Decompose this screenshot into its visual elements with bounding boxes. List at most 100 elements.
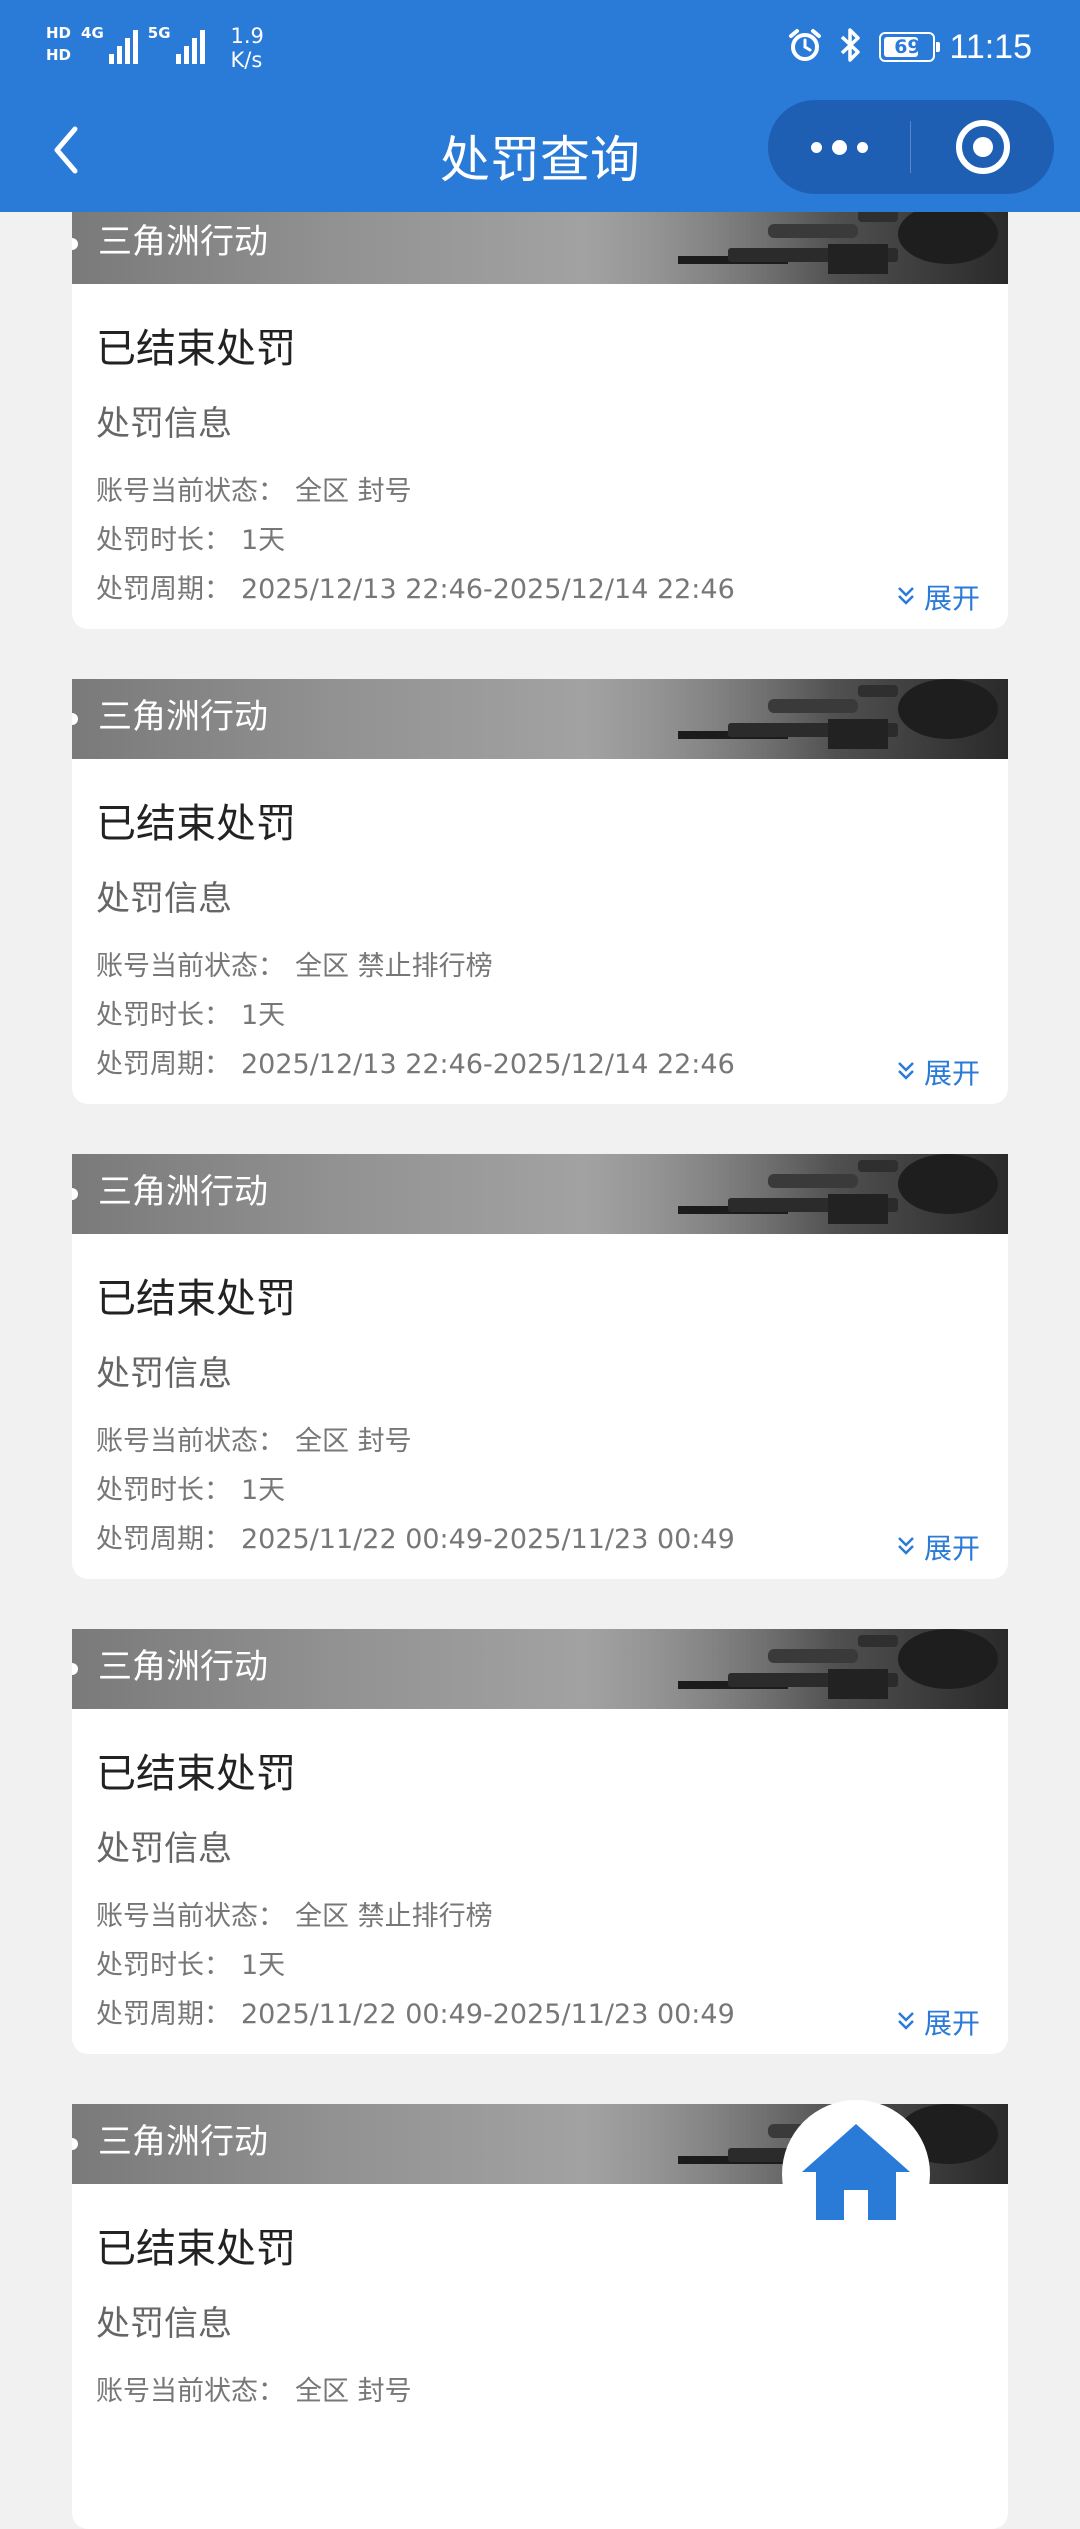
banner-dot: [72, 2138, 78, 2150]
game-name: 三角洲行动: [98, 222, 268, 262]
duration-value: 1天: [241, 1950, 286, 1981]
account-status-value: 全区 封号: [295, 2376, 412, 2407]
period-label: 处罚周期：: [96, 574, 231, 605]
signal-5g-icon: 5G: [148, 24, 205, 64]
penalty-card: 三角洲行动 已结束处罚 处罚信息 账号当前状态： 全区 禁止排行榜 处罚时长： 1天…: [72, 679, 1008, 1104]
hd-label-2: HD: [46, 46, 72, 64]
expand-button[interactable]: 展开: [896, 2002, 980, 2042]
duration-value: 1天: [241, 1475, 286, 1506]
penalty-status: 已结束处罚: [96, 1751, 296, 1797]
game-banner: 三角洲行动: [72, 204, 1008, 284]
banner-dot: [72, 238, 78, 250]
period-label: 处罚周期：: [96, 1049, 231, 1080]
home-icon: [798, 2120, 914, 2228]
close-button[interactable]: [911, 100, 1054, 194]
period-label: 处罚周期：: [96, 1524, 231, 1555]
duration-row: 处罚时长： 1天: [96, 518, 285, 557]
battery-level: 69: [894, 36, 921, 58]
account-status-row: 账号当前状态： 全区 封号: [96, 2369, 412, 2408]
section-title: 处罚信息: [96, 404, 232, 444]
section-title: 处罚信息: [96, 1829, 232, 1869]
double-chevron-down-icon: [896, 2006, 916, 2039]
weapon-art-image: [578, 1154, 1008, 1234]
game-name: 三角洲行动: [98, 697, 268, 737]
game-name: 三角洲行动: [98, 2122, 268, 2162]
nav-bar: 处罚查询: [0, 100, 1080, 212]
account-status-value: 全区 禁止排行榜: [295, 1901, 493, 1932]
bluetooth-icon: [837, 26, 865, 68]
duration-row: 处罚时长： 1天: [96, 1943, 285, 1982]
target-circle-icon: [955, 120, 1010, 174]
account-status-label: 账号当前状态：: [96, 1901, 285, 1932]
period-row: 处罚周期： 2025/12/13 22:46-2025/12/14 22:46: [96, 1042, 735, 1081]
signal-4g-icon: 4G: [81, 24, 138, 64]
top-bar: HD HD 4G 5G 1.9 K/s 69 11:15 处罚查询: [0, 0, 1080, 212]
network-speed-unit: K/s: [230, 48, 263, 72]
account-status-row: 账号当前状态： 全区 禁止排行榜: [96, 944, 493, 983]
mini-program-capsule: [768, 100, 1054, 194]
penalty-card: 三角洲行动 已结束处罚 处罚信息 账号当前状态： 全区 封号 处罚时长： 1天 处罚…: [72, 204, 1008, 629]
section-title: 处罚信息: [96, 879, 232, 919]
card-body: 已结束处罚 处罚信息 账号当前状态： 全区 封号 处罚时长： 1天 处罚周期： 202…: [72, 1234, 1008, 1579]
period-label: 处罚周期：: [96, 1999, 231, 2030]
account-status-label: 账号当前状态：: [96, 951, 285, 982]
period-value: 2025/11/22 00:49-2025/11/23 00:49: [241, 1999, 735, 2030]
double-chevron-down-icon: [896, 1056, 916, 1089]
penalty-status: 已结束处罚: [96, 801, 296, 847]
account-status-value: 全区 封号: [295, 476, 412, 507]
duration-value: 1天: [241, 1000, 286, 1031]
game-name: 三角洲行动: [98, 1172, 268, 1212]
home-button[interactable]: [782, 2100, 930, 2248]
penalty-status: 已结束处罚: [96, 1276, 296, 1322]
expand-label: 展开: [923, 1057, 980, 1090]
more-dots-icon: [810, 139, 868, 155]
account-status-row: 账号当前状态： 全区 封号: [96, 469, 412, 508]
duration-label: 处罚时长：: [96, 1000, 231, 1031]
card-body: 已结束处罚 处罚信息 账号当前状态： 全区 封号 处罚时长： 1天 处罚周期： 202…: [72, 284, 1008, 629]
more-button[interactable]: [768, 100, 910, 194]
expand-label: 展开: [923, 1532, 980, 1565]
duration-label: 处罚时长：: [96, 525, 231, 556]
card-body: 已结束处罚 处罚信息 账号当前状态： 全区 禁止排行榜 处罚时长： 1天 处罚周期：…: [72, 759, 1008, 1104]
double-chevron-down-icon: [896, 1531, 916, 1564]
banner-dot: [72, 1188, 78, 1200]
game-banner: 三角洲行动: [72, 679, 1008, 759]
period-value: 2025/11/22 00:49-2025/11/23 00:49: [241, 1524, 735, 1555]
expand-button[interactable]: 展开: [896, 1527, 980, 1567]
penalty-card: 三角洲行动 已结束处罚 处罚信息 账号当前状态： 全区 封号 处罚时长： 1天 处罚…: [72, 1154, 1008, 1579]
game-name: 三角洲行动: [98, 1647, 268, 1687]
section-title: 处罚信息: [96, 2304, 232, 2344]
period-row: 处罚周期： 2025/11/22 00:49-2025/11/23 00:49: [96, 1992, 735, 2031]
alarm-icon: [787, 27, 823, 67]
account-status-row: 账号当前状态： 全区 禁止排行榜: [96, 1894, 493, 1933]
clock: 11:15: [949, 27, 1032, 66]
hd-label-1: HD: [46, 24, 72, 42]
account-status-value: 全区 封号: [295, 1426, 412, 1457]
duration-row: 处罚时长： 1天: [96, 993, 285, 1032]
card-body: 已结束处罚 处罚信息 账号当前状态： 全区 禁止排行榜 处罚时长： 1天 处罚周期：…: [72, 1709, 1008, 2054]
hd-indicator: HD HD: [46, 24, 71, 64]
duration-label: 处罚时长：: [96, 1475, 231, 1506]
account-status-label: 账号当前状态：: [96, 1426, 285, 1457]
game-banner: 三角洲行动: [72, 1629, 1008, 1709]
banner-dot: [72, 713, 78, 725]
network-4g-label: 4G: [81, 24, 104, 42]
battery-icon: 69: [879, 32, 941, 62]
expand-button[interactable]: 展开: [896, 577, 980, 617]
network-speed: 1.9 K/s: [231, 24, 264, 72]
game-banner: 三角洲行动: [72, 1154, 1008, 1234]
expand-label: 展开: [923, 582, 980, 615]
account-status-value: 全区 禁止排行榜: [295, 951, 493, 982]
section-title: 处罚信息: [96, 1354, 232, 1394]
double-chevron-down-icon: [896, 581, 916, 614]
period-row: 处罚周期： 2025/11/22 00:49-2025/11/23 00:49: [96, 1517, 735, 1556]
expand-label: 展开: [923, 2007, 980, 2040]
account-status-label: 账号当前状态：: [96, 2376, 285, 2407]
weapon-art-image: [578, 1629, 1008, 1709]
weapon-art-image: [578, 204, 1008, 284]
period-value: 2025/12/13 22:46-2025/12/14 22:46: [241, 574, 735, 605]
period-value: 2025/12/13 22:46-2025/12/14 22:46: [241, 1049, 735, 1080]
expand-button[interactable]: 展开: [896, 1052, 980, 1092]
penalty-card: 三角洲行动 已结束处罚 处罚信息 账号当前状态： 全区 禁止排行榜 处罚时长： 1天…: [72, 1629, 1008, 2054]
duration-label: 处罚时长：: [96, 1950, 231, 1981]
